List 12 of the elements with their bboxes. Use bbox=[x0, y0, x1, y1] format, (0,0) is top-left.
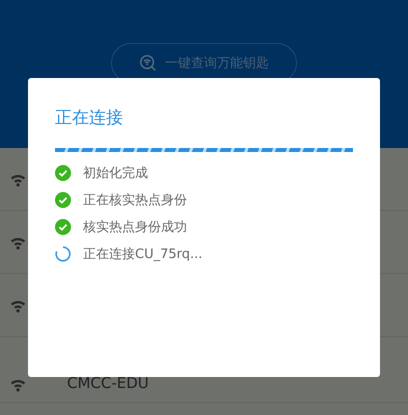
check-icon bbox=[55, 165, 71, 181]
step-label: 初始化完成 bbox=[83, 165, 148, 182]
network-name[interactable]: CMCC-EDU bbox=[67, 374, 149, 392]
check-icon bbox=[55, 219, 71, 235]
step-label: 核实热点身份成功 bbox=[83, 219, 187, 236]
check-icon bbox=[55, 192, 71, 208]
step-label: 正在连接CU_75rq... bbox=[83, 246, 202, 263]
spinner-icon bbox=[55, 246, 71, 262]
wifi-icon bbox=[9, 377, 27, 392]
step-label: 正在核实热点身份 bbox=[83, 192, 187, 209]
wifi-search-icon bbox=[139, 54, 157, 72]
dialog-title: 正在连接 bbox=[55, 108, 124, 128]
